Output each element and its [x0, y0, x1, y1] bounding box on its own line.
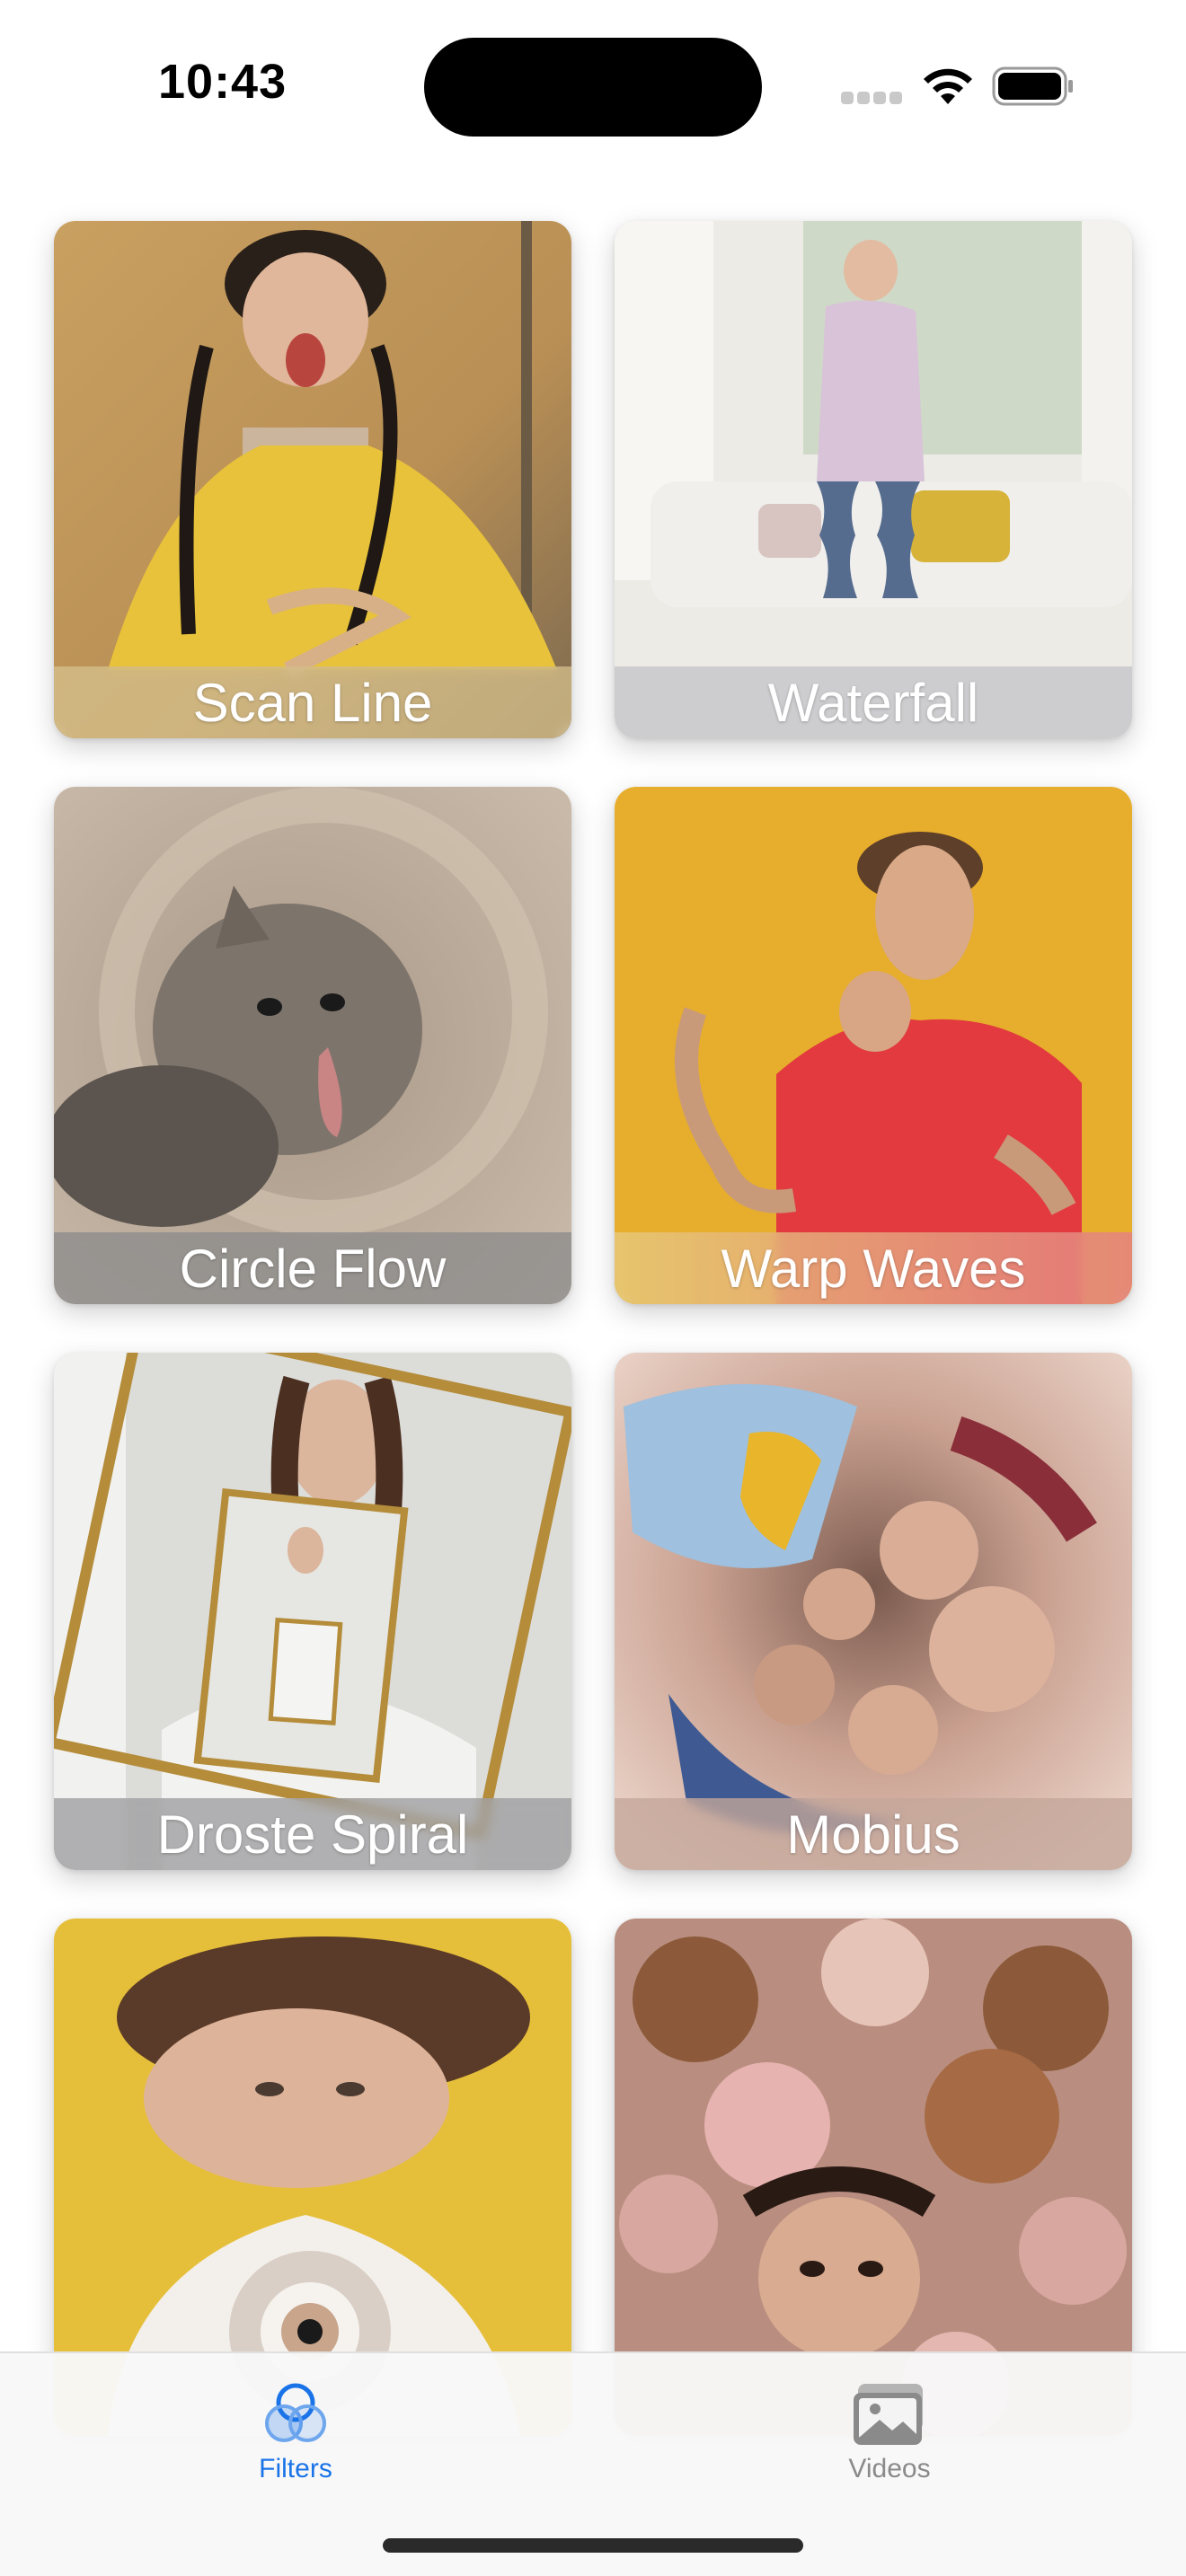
dynamic-island — [424, 38, 762, 137]
filter-preview-mobius — [615, 1353, 1132, 1870]
filter-card-waterfall[interactable]: Waterfall — [615, 221, 1132, 738]
filter-card-label: Warp Waves — [615, 1232, 1132, 1304]
filter-preview-warp-waves — [615, 787, 1132, 1304]
status-bar: 10:43 — [0, 0, 1186, 171]
filter-card-label: Scan Line — [54, 666, 571, 738]
tab-videos[interactable]: Videos — [755, 2371, 1024, 2506]
wifi-icon — [924, 68, 972, 104]
filters-icon — [265, 2383, 326, 2442]
filter-card-label: Mobius — [615, 1798, 1132, 1870]
filter-preview-scan-line — [54, 221, 571, 738]
filter-card-label: Waterfall — [615, 666, 1132, 738]
filters-screen: 10:43 Scan Line Waterfall Circle Flow Wa… — [0, 0, 1186, 2576]
filter-card-label: Circle Flow — [54, 1232, 571, 1304]
cellular-signal-icon — [841, 92, 902, 104]
battery-icon — [992, 66, 1073, 106]
tab-label-filters: Filters — [259, 2454, 332, 2483]
filter-card-label: Droste Spiral — [54, 1798, 571, 1870]
filter-card-warp-waves[interactable]: Warp Waves — [615, 787, 1132, 1304]
tab-label-videos: Videos — [848, 2454, 931, 2483]
filter-preview-droste-spiral — [54, 1353, 571, 1870]
filter-card-mobius[interactable]: Mobius — [615, 1353, 1132, 1870]
status-time: 10:43 — [158, 55, 288, 109]
filter-preview-waterfall — [615, 221, 1132, 738]
filter-card-circle-flow[interactable]: Circle Flow — [54, 787, 571, 1304]
photo-stack-icon — [854, 2384, 923, 2445]
tab-filters[interactable]: Filters — [161, 2371, 430, 2506]
home-indicator — [383, 2538, 803, 2553]
filter-card-scan-line[interactable]: Scan Line — [54, 221, 571, 738]
filter-preview-circle-flow — [54, 787, 571, 1304]
filter-card-droste-spiral[interactable]: Droste Spiral — [54, 1353, 571, 1870]
